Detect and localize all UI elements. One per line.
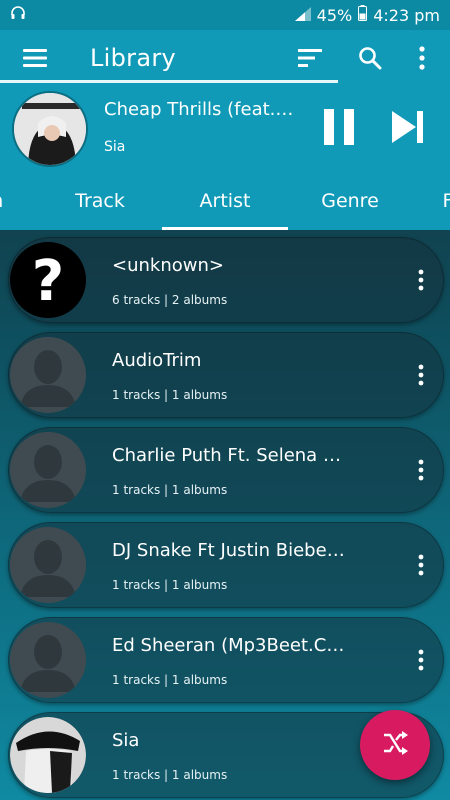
search-icon[interactable] xyxy=(350,30,390,85)
artist-name: AudioTrim xyxy=(112,350,202,371)
more-vertical-icon[interactable] xyxy=(406,643,436,677)
artist-meta: 6 tracks | 2 albums xyxy=(112,293,228,307)
artist-name: <unknown> xyxy=(112,255,224,276)
artist-row[interactable]: ? <unknown> 6 tracks | 2 albums xyxy=(8,237,444,323)
now-playing-bar[interactable]: Cheap Thrills (feat. S... Sia xyxy=(0,85,450,172)
artist-placeholder-avatar xyxy=(10,432,86,508)
app-bar: Library xyxy=(0,30,450,85)
more-vertical-icon[interactable] xyxy=(406,263,436,297)
artist-name: DJ Snake Ft Justin Bieber (... xyxy=(112,540,352,561)
tab-partial-left[interactable]: m xyxy=(0,172,8,230)
artist-name: Ed Sheeran (Mp3Beet.Com) xyxy=(112,635,352,656)
artist-row[interactable]: Ed Sheeran (Mp3Beet.Com) 1 tracks | 1 al… xyxy=(8,617,444,703)
artist-row[interactable]: Charlie Puth Ft. Selena Go... 1 tracks |… xyxy=(8,427,444,513)
more-vertical-icon[interactable] xyxy=(406,453,436,487)
tab-indicator xyxy=(162,227,288,230)
tab-track[interactable]: Track xyxy=(40,172,160,230)
clock: 4:23 pm xyxy=(373,5,440,25)
shuffle-button[interactable] xyxy=(360,710,430,780)
tab-genre[interactable]: Genre xyxy=(290,172,410,230)
artist-meta: 1 tracks | 1 albums xyxy=(112,673,228,687)
artist-row[interactable]: AudioTrim 1 tracks | 1 albums xyxy=(8,332,444,418)
more-vertical-icon[interactable] xyxy=(402,30,442,85)
more-vertical-icon[interactable] xyxy=(406,358,436,392)
artist-name: Charlie Puth Ft. Selena Go... xyxy=(112,445,352,466)
page-title: Library xyxy=(90,43,177,72)
artist-photo-avatar xyxy=(10,717,86,793)
skip-next-icon[interactable] xyxy=(386,105,430,149)
status-bar: 45% 4:23 pm xyxy=(0,0,450,30)
tab-artist[interactable]: Artist xyxy=(162,172,288,230)
sort-icon[interactable] xyxy=(290,30,330,85)
battery-level: 45% xyxy=(316,5,353,25)
svg-text:?: ? xyxy=(32,249,64,314)
album-art xyxy=(12,91,88,167)
tab-partial-right[interactable]: F xyxy=(438,172,450,230)
artist-placeholder-avatar xyxy=(10,527,86,603)
shuffle-icon xyxy=(382,731,408,759)
headphones-icon xyxy=(10,5,26,25)
unknown-artist-avatar: ? xyxy=(10,242,86,318)
artist-placeholder-avatar xyxy=(10,622,86,698)
pause-icon[interactable] xyxy=(317,105,361,149)
menu-icon[interactable] xyxy=(15,30,55,85)
artist-placeholder-avatar xyxy=(10,337,86,413)
artist-meta: 1 tracks | 1 albums xyxy=(112,768,228,782)
library-tabs: m Track Artist Genre F xyxy=(0,172,450,230)
signal-icon xyxy=(294,6,311,25)
artist-row[interactable]: DJ Snake Ft Justin Bieber (... 1 tracks … xyxy=(8,522,444,608)
now-playing-title: Cheap Thrills (feat. S... xyxy=(104,99,294,120)
artist-meta: 1 tracks | 1 albums xyxy=(112,578,228,592)
battery-icon xyxy=(358,5,368,25)
artist-meta: 1 tracks | 1 albums xyxy=(112,483,228,497)
app-bar-underline xyxy=(0,80,338,83)
now-playing-artist: Sia xyxy=(104,139,126,155)
more-vertical-icon[interactable] xyxy=(406,548,436,582)
artist-name: Sia xyxy=(112,730,140,751)
artist-meta: 1 tracks | 1 albums xyxy=(112,388,228,402)
